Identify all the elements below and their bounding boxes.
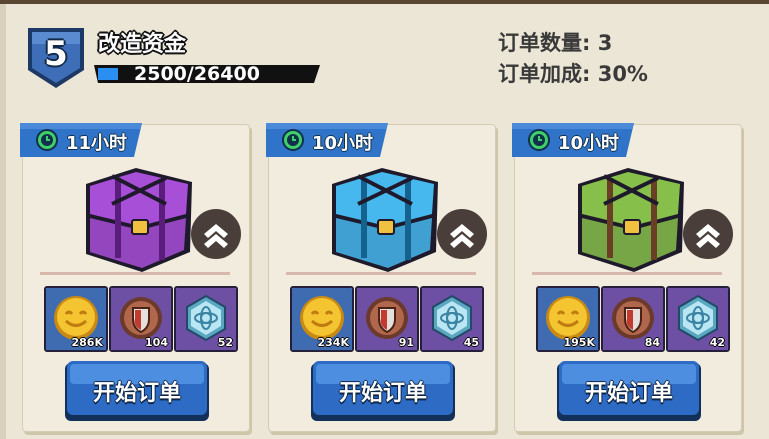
order-card: 11小时 286K 104 52 开始订单 — [20, 123, 250, 432]
top-border — [0, 0, 769, 4]
reward-slot[interactable]: 42 — [666, 286, 730, 352]
card-divider — [286, 272, 476, 275]
timer-text: 11小时 — [66, 133, 128, 154]
card-divider — [40, 272, 230, 275]
reward-count: 286K — [71, 336, 104, 349]
reward-count: 195K — [563, 336, 596, 349]
timer-tab: 10小时 — [512, 123, 634, 157]
reward-slot[interactable]: 52 — [174, 286, 238, 352]
start-order-button[interactable]: 开始订单 — [310, 360, 456, 422]
timer-text: 10小时 — [558, 133, 620, 154]
reward-count: 84 — [644, 336, 660, 349]
chest-icon — [324, 164, 444, 276]
chest-icon — [78, 164, 198, 276]
start-order-label: 开始订单 — [92, 381, 181, 406]
order-stats: 订单数量: 3 订单加成: 30% — [498, 28, 648, 90]
reward-count: 42 — [709, 336, 725, 349]
timer-tab: 11小时 — [20, 123, 142, 157]
order-card: 10小时 195K 84 42 开始订单 — [512, 123, 742, 432]
order-card: 10小时 234K 91 45 开始订单 — [266, 123, 496, 432]
start-order-button[interactable]: 开始订单 — [556, 360, 702, 422]
upgrade-chevron-icon[interactable] — [190, 208, 242, 260]
start-order-label: 开始订单 — [338, 381, 427, 406]
chest-icon — [570, 164, 690, 276]
card-divider — [532, 272, 722, 275]
timer-tab: 10小时 — [266, 123, 388, 157]
reward-slot[interactable]: 45 — [420, 286, 484, 352]
reward-slot[interactable]: 234K — [290, 286, 354, 352]
reward-count: 234K — [317, 336, 350, 349]
timer-text: 10小时 — [312, 133, 374, 154]
upgrade-chevron-icon[interactable] — [436, 208, 488, 260]
reward-count: 52 — [217, 336, 233, 349]
reward-slot[interactable]: 84 — [601, 286, 665, 352]
reward-count: 91 — [398, 336, 414, 349]
order-count: 订单数量: 3 — [498, 31, 613, 55]
reward-slot[interactable]: 195K — [536, 286, 600, 352]
left-border — [0, 4, 6, 439]
reward-count: 104 — [145, 336, 168, 349]
level-number: 5 — [44, 34, 68, 74]
reward-slot[interactable]: 286K — [44, 286, 108, 352]
start-order-label: 开始订单 — [584, 381, 673, 406]
level-badge: 5 — [24, 24, 88, 92]
fund-title: 改造资金 — [98, 32, 187, 57]
reward-slot[interactable]: 91 — [355, 286, 419, 352]
reward-count: 45 — [463, 336, 479, 349]
fund-progress-text: 2500/26400 — [134, 63, 260, 85]
order-bonus: 订单加成: 30% — [498, 62, 648, 86]
upgrade-chevron-icon[interactable] — [682, 208, 734, 260]
start-order-button[interactable]: 开始订单 — [64, 360, 210, 422]
reward-slot[interactable]: 104 — [109, 286, 173, 352]
